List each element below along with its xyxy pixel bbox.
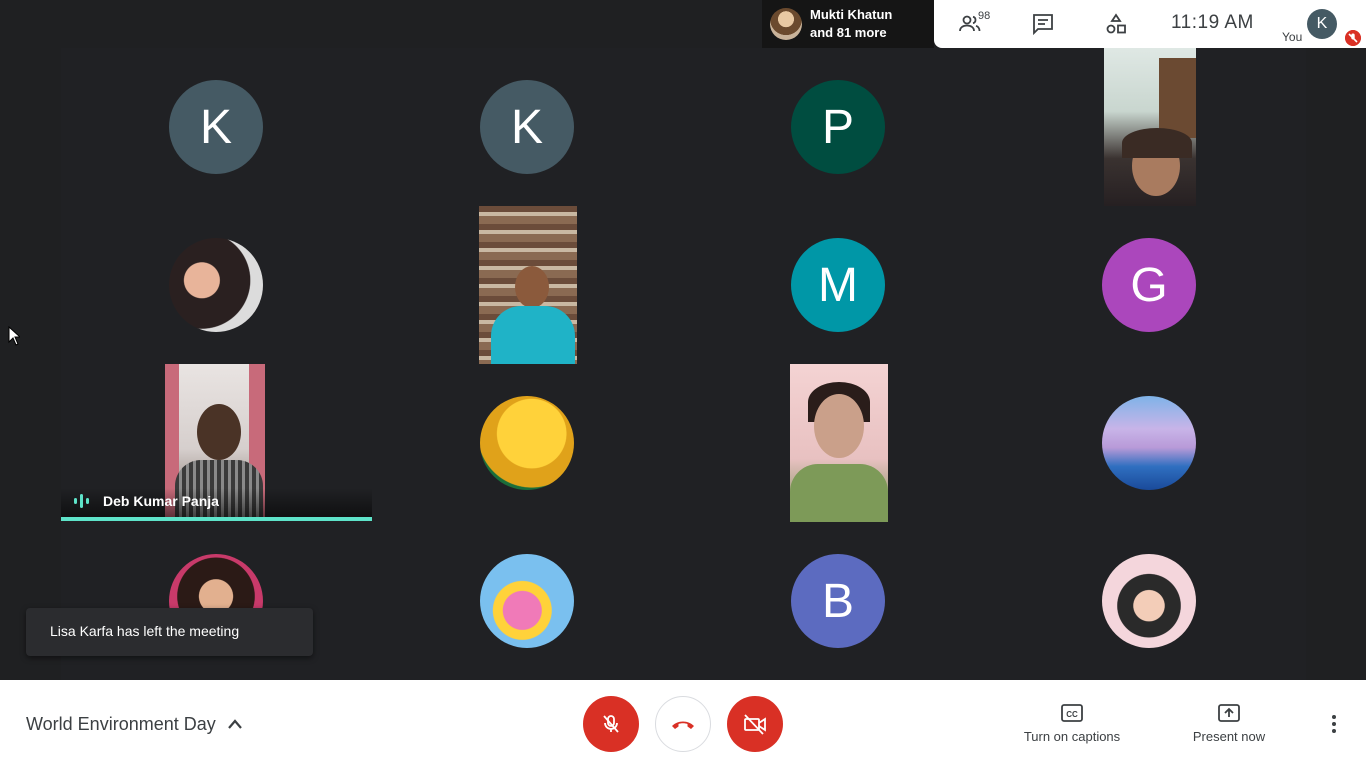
participant-video bbox=[790, 364, 888, 522]
participant-avatar bbox=[480, 396, 574, 490]
camera-toggle-button[interactable] bbox=[727, 696, 783, 752]
participant-video bbox=[479, 206, 577, 364]
present-now-button[interactable]: Present now bbox=[1184, 702, 1274, 744]
participant-avatar bbox=[480, 554, 574, 648]
bottom-toolbar: World Environment Day CC Turn on caption… bbox=[0, 680, 1366, 768]
meeting-title[interactable]: World Environment Day bbox=[26, 714, 216, 735]
speaking-indicator-icon bbox=[74, 494, 89, 508]
participant-count: 98 bbox=[978, 10, 991, 22]
toast-message: Lisa Karfa has left the meeting bbox=[50, 623, 240, 639]
participant-avatar: K bbox=[480, 80, 574, 174]
participant-tile[interactable] bbox=[61, 206, 372, 364]
participant-tile[interactable] bbox=[372, 206, 683, 364]
participant-tile[interactable]: G bbox=[994, 206, 1305, 364]
participant-tile[interactable] bbox=[61, 522, 372, 680]
clock: 11:19 AM bbox=[1171, 12, 1254, 33]
presenter-avatar bbox=[770, 8, 802, 40]
participant-tile[interactable] bbox=[994, 364, 1305, 522]
participant-avatar bbox=[169, 238, 263, 332]
camera-off-icon bbox=[744, 714, 766, 735]
hang-up-icon bbox=[672, 721, 694, 729]
mic-off-icon bbox=[1345, 30, 1361, 46]
participant-grid: K K P M G B bbox=[61, 48, 1306, 680]
presenter-more: and 81 more bbox=[810, 25, 887, 40]
participant-tile[interactable] bbox=[994, 48, 1305, 206]
participant-avatar bbox=[1102, 554, 1196, 648]
participant-avatar: K bbox=[169, 80, 263, 174]
participant-tile[interactable]: K bbox=[372, 48, 683, 206]
captions-button[interactable]: CC Turn on captions bbox=[1012, 702, 1132, 744]
participant-avatar: G bbox=[1102, 238, 1196, 332]
chat-icon[interactable] bbox=[1031, 12, 1055, 36]
microphone-toggle-button[interactable] bbox=[583, 696, 639, 752]
mic-off-icon bbox=[603, 715, 619, 733]
participant-avatar: M bbox=[791, 238, 885, 332]
speaker-name: Deb Kumar Panja bbox=[103, 493, 219, 509]
participant-tile[interactable]: K bbox=[61, 48, 372, 206]
participant-avatar bbox=[1102, 396, 1196, 490]
participant-tile[interactable] bbox=[994, 522, 1305, 680]
top-toolbar: 98 11:19 AM K You bbox=[934, 0, 1366, 48]
present-screen-icon bbox=[1218, 704, 1240, 722]
people-button[interactable]: 98 bbox=[956, 0, 1000, 48]
participant-tile[interactable] bbox=[372, 364, 683, 522]
active-speaker-highlight bbox=[61, 517, 372, 521]
participant-tile[interactable] bbox=[683, 364, 994, 522]
participant-avatar: B bbox=[791, 554, 885, 648]
participants-preview[interactable]: Mukti Khatun and 81 more bbox=[762, 0, 934, 48]
activities-icon[interactable] bbox=[1104, 12, 1128, 36]
more-options-icon[interactable] bbox=[1326, 712, 1342, 736]
present-label: Present now bbox=[1192, 729, 1266, 744]
closed-captions-icon: CC bbox=[1061, 704, 1083, 722]
captions-label: Turn on captions bbox=[1023, 729, 1121, 744]
participant-tile[interactable]: M bbox=[683, 206, 994, 364]
leave-call-button[interactable] bbox=[655, 696, 711, 752]
notification-toast: Lisa Karfa has left the meeting bbox=[26, 608, 313, 656]
participant-tile[interactable]: B bbox=[683, 522, 994, 680]
participant-video bbox=[1104, 48, 1196, 206]
user-avatar[interactable]: K bbox=[1307, 9, 1337, 39]
participant-tile[interactable] bbox=[372, 522, 683, 680]
svg-text:CC: CC bbox=[1066, 710, 1078, 719]
user-label: You bbox=[1282, 30, 1303, 44]
participant-avatar: P bbox=[791, 80, 885, 174]
chevron-up-icon[interactable] bbox=[226, 716, 244, 732]
presenter-name: Mukti Khatun bbox=[810, 7, 893, 22]
mouse-cursor-icon bbox=[8, 326, 20, 346]
participant-tile[interactable]: P bbox=[683, 48, 994, 206]
